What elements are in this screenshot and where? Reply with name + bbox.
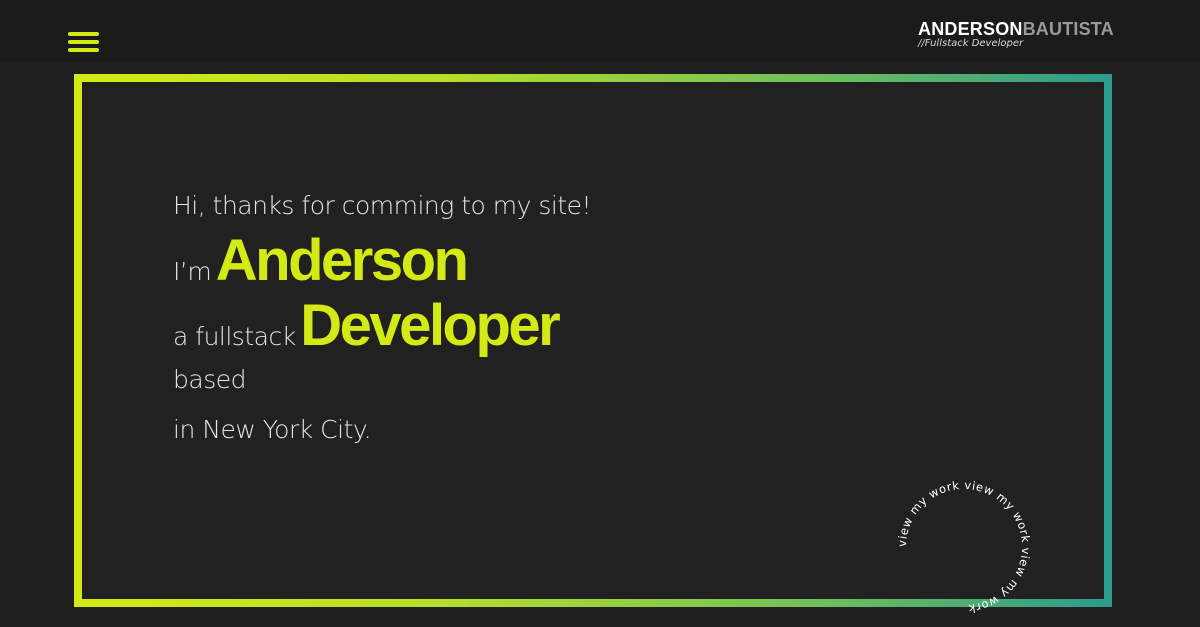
- circular-text-path: view my work view my work view my work: [895, 478, 1033, 616]
- view-my-work-circular-text: view my work view my work view my work: [895, 478, 1033, 616]
- menu-line-icon: [68, 32, 99, 36]
- site-logo[interactable]: ANDERSONBAUTISTA //Fullstack Developer: [918, 19, 1148, 50]
- gradient-frame: Hi, thanks for comming to my site! I’m A…: [74, 74, 1112, 616]
- view-my-work-button[interactable]: view my work view my work view my work: [890, 473, 1038, 621]
- hero-name: Anderson: [215, 228, 469, 293]
- name-line: I’m Anderson: [173, 232, 469, 290]
- based-text: based: [173, 365, 246, 394]
- role-line: a fullstack Developer: [173, 297, 561, 355]
- menu-line-icon: [68, 40, 99, 44]
- im-prefix: I’m: [173, 257, 212, 286]
- logo-name: ANDERSONBAUTISTA: [918, 19, 1148, 39]
- hamburger-menu-button[interactable]: [68, 32, 100, 56]
- location-text: in New York City.: [173, 415, 372, 444]
- page: ANDERSONBAUTISTA //Fullstack Developer H…: [0, 0, 1200, 627]
- hero-role: Developer: [300, 293, 560, 358]
- greeting-text: Hi, thanks for comming to my site!: [173, 191, 592, 220]
- logo-last-name: BAUTISTA: [1022, 19, 1114, 39]
- logo-first-name: ANDERSON: [918, 19, 1023, 39]
- circular-text-badge: view my work view my work view my work: [895, 478, 1033, 616]
- top-bar: ANDERSONBAUTISTA //Fullstack Developer: [0, 0, 1200, 62]
- hero-panel: Hi, thanks for comming to my site! I’m A…: [82, 82, 1104, 616]
- menu-line-icon: [68, 48, 99, 52]
- role-prefix: a fullstack: [173, 322, 296, 351]
- logo-tagline: //Fullstack Developer: [918, 38, 1024, 49]
